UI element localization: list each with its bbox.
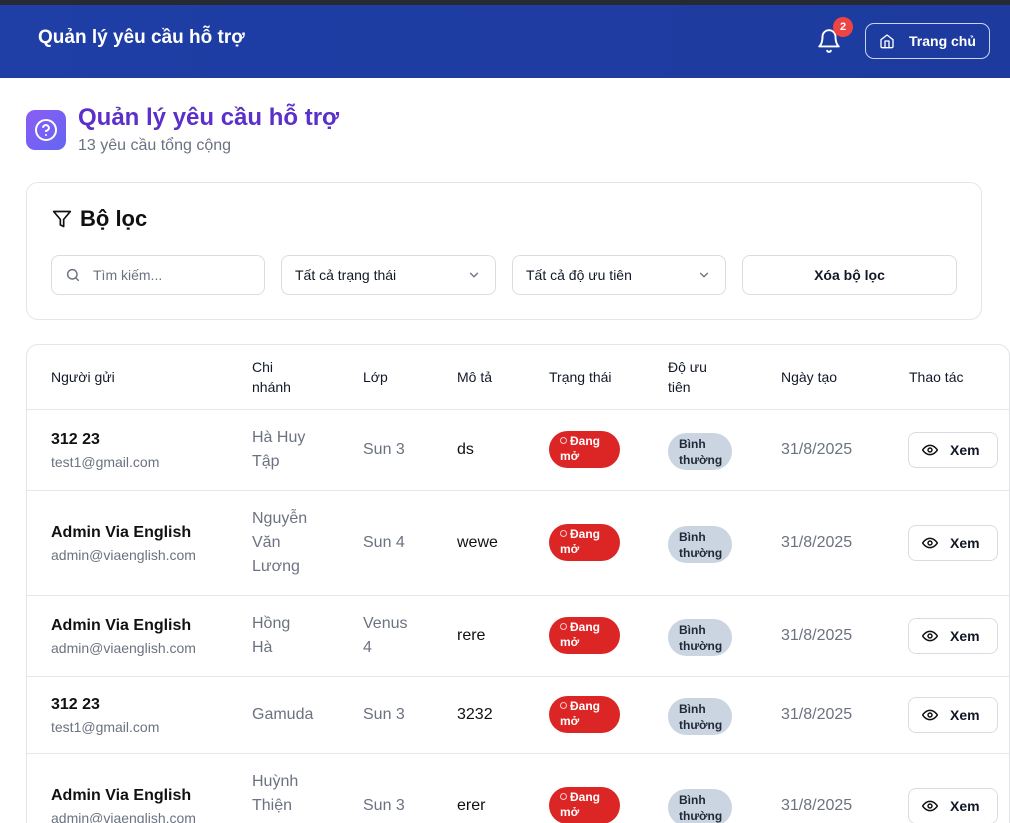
sender-name: Admin Via English [51, 787, 192, 804]
branch-cell: Hồng Hà [252, 615, 291, 656]
view-button[interactable]: Xem [908, 525, 998, 561]
created-date-cell: 31/8/2025 [781, 797, 853, 814]
class-cell: Sun 3 [363, 706, 405, 723]
view-button[interactable]: Xem [908, 697, 998, 733]
view-button[interactable]: Xem [908, 618, 998, 654]
row-divider [27, 676, 1010, 677]
chevron-down-icon [699, 272, 709, 278]
home-button[interactable]: Trang chủ [865, 23, 990, 59]
branch-cell: Hà Huy Tập [252, 429, 306, 470]
filter-card [26, 182, 982, 320]
clock-icon [560, 623, 567, 630]
eye-icon [922, 630, 938, 642]
priority-badge: Bình thường [668, 698, 732, 735]
status-badge: Đang mở [549, 431, 620, 468]
sender-name: 312 23 [51, 431, 100, 448]
view-button-label: Xem [950, 442, 980, 458]
column-header-sender[interactable]: Người gửi [51, 367, 115, 387]
branch-cell: Huỳnh Thiện [252, 773, 299, 814]
page-subtitle: 13 yêu cầu tổng cộng [78, 137, 232, 154]
view-button-label: Xem [950, 707, 980, 723]
view-button[interactable]: Xem [908, 788, 998, 823]
sender-email: admin@viaenglish.com [51, 547, 196, 563]
priority-badge: Bình thường [668, 619, 732, 656]
search-input[interactable] [93, 267, 243, 283]
branch-cell: Nguyễn Văn Lương [252, 510, 308, 575]
column-header-description[interactable]: Mô tả [457, 367, 492, 387]
page-title: Quản lý yêu cầu hỗ trợ [78, 104, 340, 131]
sender-email: test1@gmail.com [51, 454, 160, 470]
description-cell: erer [457, 797, 486, 814]
sender-name: Admin Via English [51, 617, 192, 634]
search-field[interactable] [51, 255, 265, 295]
row-divider [27, 595, 1010, 596]
help-icon [26, 110, 66, 150]
view-button-label: Xem [950, 628, 980, 644]
description-cell: ds [457, 441, 474, 458]
column-header-priority[interactable]: Độ ưu tiên [668, 357, 728, 397]
description-cell: rere [457, 627, 486, 644]
status-filter-value: Tất cả trạng thái [295, 267, 397, 283]
app-title: Quản lý yêu cầu hỗ trợ [38, 27, 245, 48]
filter-title-text: Bộ lọc [80, 206, 148, 231]
clock-icon [560, 530, 567, 537]
created-date-cell: 31/8/2025 [781, 706, 853, 723]
column-header-created-date[interactable]: Ngày tạo [781, 367, 837, 387]
notification-count-badge: 2 [833, 17, 853, 37]
status-filter-select[interactable]: Tất cả trạng thái [281, 255, 496, 295]
column-header-class[interactable]: Lớp [363, 367, 388, 387]
created-date-cell: 31/8/2025 [781, 627, 853, 644]
status-badge: Đang mở [549, 617, 620, 654]
priority-badge: Bình thường [668, 526, 732, 563]
column-header-branch[interactable]: Chi nhánh [252, 357, 312, 397]
priority-badge: Bình thường [668, 789, 732, 823]
status-badge: Đang mở [549, 696, 620, 733]
sender-email: admin@viaenglish.com [51, 640, 196, 656]
class-cell: Venus 4 [363, 615, 408, 656]
sender-email: test1@gmail.com [51, 719, 160, 735]
class-cell: Sun 4 [363, 534, 405, 551]
clear-filters-button[interactable]: Xóa bộ lọc [742, 255, 957, 295]
chevron-down-icon [469, 272, 479, 278]
status-badge: Đang mở [549, 787, 620, 823]
view-button[interactable]: Xem [908, 432, 998, 468]
class-cell: Sun 3 [363, 441, 405, 458]
created-date-cell: 31/8/2025 [781, 441, 853, 458]
eye-icon [922, 709, 938, 721]
clock-icon [560, 793, 567, 800]
clock-icon [560, 437, 567, 444]
priority-badge: Bình thường [668, 433, 732, 470]
filter-title: Bộ lọc [52, 206, 147, 232]
home-icon [880, 34, 894, 49]
view-button-label: Xem [950, 798, 980, 814]
class-cell: Sun 3 [363, 797, 405, 814]
view-button-label: Xem [950, 535, 980, 551]
eye-icon [922, 444, 938, 456]
branch-cell: Gamuda [252, 706, 314, 723]
row-divider [27, 753, 1010, 754]
eye-icon [922, 537, 938, 549]
priority-filter-value: Tất cả độ ưu tiên [526, 267, 632, 283]
home-button-label: Trang chủ [909, 33, 976, 49]
sender-email: admin@viaenglish.com [51, 810, 196, 823]
sender-name: 312 23 [51, 696, 100, 713]
row-divider [27, 409, 1010, 410]
clock-icon [560, 702, 567, 709]
status-badge: Đang mở [549, 524, 620, 561]
column-header-status[interactable]: Trạng thái [549, 367, 612, 387]
requests-table [26, 344, 1010, 823]
description-cell: wewe [457, 534, 498, 551]
priority-filter-select[interactable]: Tất cả độ ưu tiên [512, 255, 726, 295]
description-cell: 3232 [457, 706, 493, 723]
eye-icon [922, 800, 938, 812]
created-date-cell: 31/8/2025 [781, 534, 853, 551]
row-divider [27, 490, 1010, 491]
filter-icon [52, 210, 72, 228]
sender-name: Admin Via English [51, 524, 192, 541]
search-icon [66, 268, 80, 282]
column-header-actions: Thao tác [909, 369, 964, 385]
